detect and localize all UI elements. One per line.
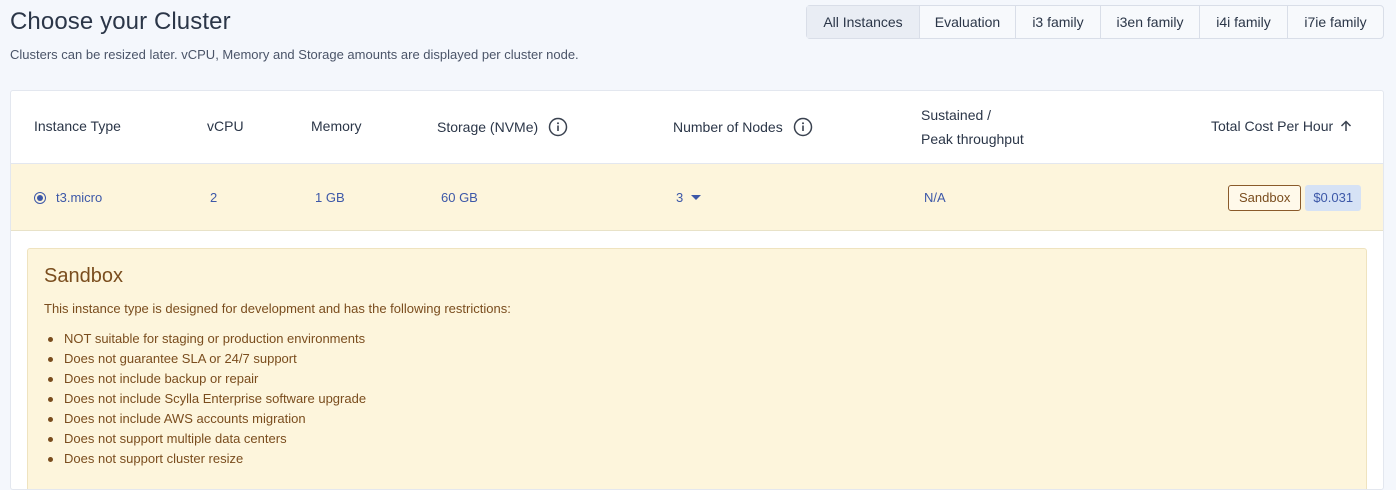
cell-storage: 60 GB xyxy=(441,190,478,205)
page-subtitle: Clusters can be resized later. vCPU, Mem… xyxy=(10,47,579,62)
table-row[interactable]: t3.micro 2 1 GB 60 GB 3 N/A Sandbox $0.0… xyxy=(11,164,1383,231)
info-circle-icon[interactable] xyxy=(793,117,813,137)
column-nodes[interactable]: Number of Nodes xyxy=(673,117,813,137)
radio-dot xyxy=(37,194,43,201)
bullet xyxy=(48,356,53,362)
list-item-text: Does not support multiple data centers xyxy=(64,431,287,446)
list-item-text: Does not include Scylla Enterprise softw… xyxy=(64,391,367,406)
column-storage[interactable]: Storage (NVMe) xyxy=(437,117,568,137)
instance-table-card: Instance Type vCPU Memory Storage (NVMe)… xyxy=(10,90,1384,490)
column-instance-type-label: Instance Type xyxy=(34,118,121,134)
column-cost-label: Total Cost Per Hour xyxy=(1211,118,1334,134)
list-item-text: Does not include backup or repair xyxy=(64,371,259,386)
column-memory[interactable]: Memory xyxy=(311,118,362,134)
filter-i7ie-family[interactable]: i7ie family xyxy=(1287,6,1383,38)
instance-filter-group: All Instances Evaluation i3 family i3en … xyxy=(806,5,1384,39)
filter-i4i-family[interactable]: i4i family xyxy=(1199,6,1287,38)
cell-throughput: N/A xyxy=(924,190,946,205)
bullet xyxy=(48,436,53,442)
list-item: Does not support multiple data centers xyxy=(44,429,366,449)
column-cost[interactable]: Total Cost Per Hour xyxy=(1211,118,1353,134)
cell-vcpu: 2 xyxy=(210,190,218,205)
filter-all-instances[interactable]: All Instances xyxy=(807,6,919,38)
list-item: Does not include Scylla Enterprise softw… xyxy=(44,389,366,409)
table-header: Instance Type vCPU Memory Storage (NVMe)… xyxy=(11,91,1383,164)
nodes-value: 3 xyxy=(676,190,684,205)
column-storage-label: Storage (NVMe) xyxy=(437,119,539,135)
bullet xyxy=(48,416,53,422)
notice-description: This instance type is designed for devel… xyxy=(44,301,511,316)
list-item-text: Does not guarantee SLA or 24/7 support xyxy=(64,351,297,366)
nodes-dropdown[interactable]: 3 xyxy=(676,164,702,231)
bullet xyxy=(48,396,53,402)
column-throughput-label-1: Sustained / xyxy=(921,107,992,123)
column-memory-label: Memory xyxy=(311,118,362,134)
bullet xyxy=(48,376,53,382)
column-throughput-label-2: Peak throughput xyxy=(921,131,1024,147)
bullet xyxy=(48,456,53,462)
list-item: Does not include backup or repair xyxy=(44,369,366,389)
column-vcpu-label: vCPU xyxy=(207,118,244,134)
row-select-radio[interactable] xyxy=(34,191,46,204)
cell-memory: 1 GB xyxy=(315,190,345,205)
list-item: Does not support cluster resize xyxy=(44,449,366,469)
sandbox-badge: Sandbox xyxy=(1228,184,1302,211)
list-item-text: Does not include AWS accounts migration xyxy=(64,411,306,426)
list-item: NOT suitable for staging or production e… xyxy=(44,329,366,349)
filter-i3-family[interactable]: i3 family xyxy=(1015,6,1100,38)
caret-down-icon xyxy=(691,195,702,200)
column-throughput[interactable]: Sustained / Peak throughput xyxy=(921,103,1024,151)
restriction-list: NOT suitable for staging or production e… xyxy=(44,329,366,469)
sandbox-notice: Sandbox This instance type is designed f… xyxy=(27,248,1367,489)
info-circle-icon[interactable] xyxy=(548,117,568,137)
cell-cost: Sandbox $0.031 xyxy=(1228,164,1362,231)
price-badge: $0.031 xyxy=(1305,184,1362,211)
bullet xyxy=(48,336,53,342)
column-nodes-label: Number of Nodes xyxy=(673,119,783,135)
instance-type-value: t3.micro xyxy=(56,190,103,205)
filter-i3en-family[interactable]: i3en family xyxy=(1100,6,1199,38)
column-vcpu[interactable]: vCPU xyxy=(207,118,244,134)
list-item: Does not include AWS accounts migration xyxy=(44,409,366,429)
cell-instance-type: t3.micro xyxy=(34,164,102,231)
notice-title: Sandbox xyxy=(44,265,123,287)
column-instance-type[interactable]: Instance Type xyxy=(34,118,121,134)
page-title: Choose your Cluster xyxy=(10,8,231,35)
arrow-up-icon[interactable] xyxy=(1339,119,1353,133)
filter-evaluation[interactable]: Evaluation xyxy=(919,6,1015,38)
list-item: Does not guarantee SLA or 24/7 support xyxy=(44,349,366,369)
list-item-text: NOT suitable for staging or production e… xyxy=(64,331,366,346)
list-item-text: Does not support cluster resize xyxy=(64,451,244,466)
